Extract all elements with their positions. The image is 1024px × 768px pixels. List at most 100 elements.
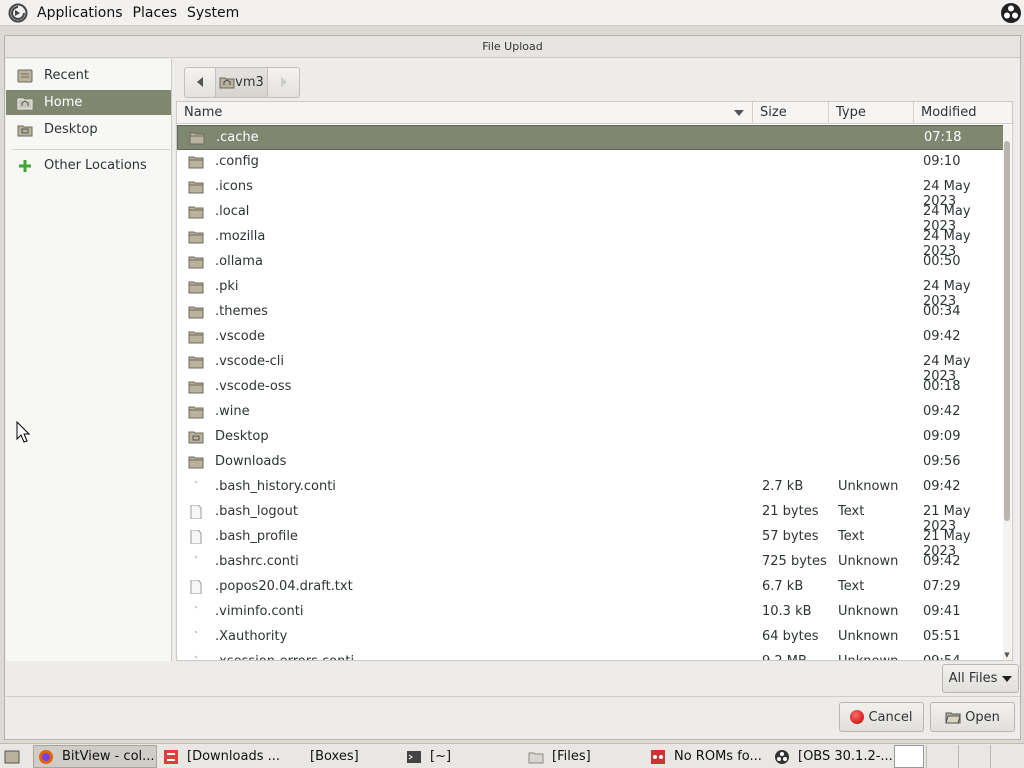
file-name: .config <box>215 154 259 169</box>
file-row[interactable]: .popos20.04.draft.txt 6.7 kB Text 07:29 <box>177 575 1007 600</box>
workspace-1[interactable] <box>894 745 924 768</box>
file-name: .bashrc.conti <box>215 554 299 569</box>
folder-icon <box>188 155 204 169</box>
column-header-size[interactable]: Size <box>753 102 829 124</box>
file-row[interactable]: .ollama 00:50 <box>177 250 1007 275</box>
file-filter-label: All Files <box>948 671 998 686</box>
folder-icon <box>188 180 204 194</box>
file-size: 725 bytes <box>762 554 827 569</box>
column-header-name[interactable]: Name <box>177 102 753 124</box>
file-name: .xsession-errors.conti <box>215 654 354 660</box>
file-size: 57 bytes <box>762 529 819 544</box>
file-size: 2.7 kB <box>762 479 804 494</box>
file-row[interactable]: .Xauthority 64 bytes Unknown 05:51 <box>177 625 1007 650</box>
task-obs[interactable]: [OBS 30.1.2-... <box>770 745 892 768</box>
file-size: 21 bytes <box>762 504 819 519</box>
sidebar-item-recent[interactable]: Recent <box>6 63 171 88</box>
workspace-2[interactable] <box>926 745 956 768</box>
file-row[interactable]: .viminfo.conti 10.3 kB Unknown 09:41 <box>177 600 1007 625</box>
file-modified: 09:10 <box>923 154 961 169</box>
task-icon-placeholder <box>286 749 302 765</box>
task-downloads[interactable]: [Downloads ... <box>159 745 279 768</box>
file-type: Unknown <box>838 479 899 494</box>
column-header-modified[interactable]: Modified <box>914 102 1000 124</box>
file-row[interactable]: .mozilla 24 May 2023 <box>177 225 1007 259</box>
workspace-4[interactable] <box>990 745 1020 768</box>
cancel-button[interactable]: Cancel <box>839 702 924 732</box>
mouse-cursor-icon <box>16 421 30 443</box>
file-row[interactable]: .vscode-oss 00:18 <box>177 375 1007 400</box>
task-bitview[interactable]: BitView - col... <box>33 745 157 768</box>
path-segment-home[interactable]: vm3 <box>216 66 268 98</box>
firefox-icon <box>39 749 53 764</box>
open-button[interactable]: Open <box>930 702 1015 732</box>
file-row[interactable]: .bashrc.conti 725 bytes Unknown 09:42 <box>177 550 1007 575</box>
file-modified: 09:56 <box>923 454 961 469</box>
file-row[interactable]: Desktop 09:09 <box>177 425 1007 450</box>
file-row[interactable]: .xsession-errors.conti 9.2 MB Unknown 09:54 <box>177 650 1007 660</box>
task-files[interactable]: [Files] <box>524 745 642 768</box>
file-row[interactable]: .local 24 May 2023 <box>177 200 1007 234</box>
scrollbar-thumb[interactable] <box>1004 141 1010 521</box>
file-row[interactable]: .pki 24 May 2023 <box>177 275 1007 309</box>
file-row[interactable]: .vscode 09:42 <box>177 325 1007 350</box>
column-header-type[interactable]: Type <box>829 102 914 124</box>
file-row[interactable]: .bash_profile 57 bytes Text 21 May 2023 <box>177 525 1007 559</box>
sidebar-item-other-locations[interactable]: Other Locations <box>6 153 171 178</box>
file-row[interactable]: .cache 07:18 <box>177 125 1007 150</box>
file-type: Unknown <box>838 629 899 644</box>
file-modified: 09:54 <box>923 654 960 660</box>
task-label: [~] <box>430 749 452 764</box>
file-modified: 09:09 <box>923 429 961 444</box>
task-label: BitView - col... <box>62 749 155 764</box>
sidebar-item-home[interactable]: Home <box>6 90 171 115</box>
show-desktop-button[interactable] <box>0 745 28 768</box>
file-row[interactable]: .themes 00:34 <box>177 300 1007 325</box>
menu-system[interactable]: System <box>182 5 244 21</box>
file-size: 10.3 kB <box>762 604 812 619</box>
menu-applications[interactable]: Applications <box>32 5 128 21</box>
dialog-separator <box>6 696 1020 697</box>
task-boxes[interactable]: [Boxes] <box>282 745 382 768</box>
file-name: .viminfo.conti <box>215 604 304 619</box>
column-header-label: Modified <box>921 105 977 120</box>
file-modified: 09:42 <box>923 479 961 494</box>
vertical-scrollbar[interactable] <box>1003 125 1011 660</box>
folder-icon <box>528 752 544 763</box>
obs-studio-icon[interactable] <box>1000 2 1022 24</box>
file-row[interactable]: .icons 24 May 2023 <box>177 175 1007 209</box>
transfer-icon <box>164 749 178 764</box>
text-file-icon <box>188 529 204 545</box>
task-terminal[interactable]: [~] <box>402 745 512 768</box>
scroll-down-arrow-icon[interactable]: ▼ <box>1003 651 1011 659</box>
sidebar-item-desktop[interactable]: Desktop <box>6 117 171 142</box>
menu-places[interactable]: Places <box>128 5 183 21</box>
file-row[interactable]: .bash_history.conti 2.7 kB Unknown 09:42 <box>177 475 1007 500</box>
file-filter-dropdown[interactable]: All Files <box>942 664 1019 693</box>
workspace-3[interactable] <box>958 745 988 768</box>
file-name: .popos20.04.draft.txt <box>215 579 353 594</box>
obs-studio-icon <box>775 749 789 764</box>
task-emulator[interactable]: No ROMs fo... <box>646 745 766 768</box>
task-label: [Files] <box>552 749 591 764</box>
file-modified: 07:29 <box>923 579 961 594</box>
file-type: Unknown <box>838 554 899 569</box>
file-row[interactable]: .vscode-cli 24 May 2023 <box>177 350 1007 384</box>
unknown-file-icon <box>188 480 204 494</box>
back-button[interactable] <box>184 66 216 98</box>
task-label: [Downloads ... <box>187 749 279 764</box>
file-modified: 00:34 <box>923 304 961 319</box>
path-segment-label: vm3 <box>235 74 264 90</box>
file-size: 6.7 kB <box>762 579 804 594</box>
home-folder-icon <box>219 77 235 89</box>
file-row[interactable]: Downloads 09:56 <box>177 450 1007 475</box>
file-row[interactable]: .wine 09:42 <box>177 400 1007 425</box>
file-row[interactable]: .bash_logout 21 bytes Text 21 May 2023 <box>177 500 1007 534</box>
text-file-icon <box>188 579 204 595</box>
debian-swirl-icon[interactable] <box>8 3 28 23</box>
file-name: .bash_history.conti <box>215 479 336 494</box>
forward-button[interactable] <box>268 66 300 98</box>
taskbar: BitView - col... [Downloads ... [Boxes] … <box>0 743 1024 768</box>
file-modified: 05:51 <box>923 629 961 644</box>
file-row[interactable]: .config 09:10 <box>177 150 1007 175</box>
